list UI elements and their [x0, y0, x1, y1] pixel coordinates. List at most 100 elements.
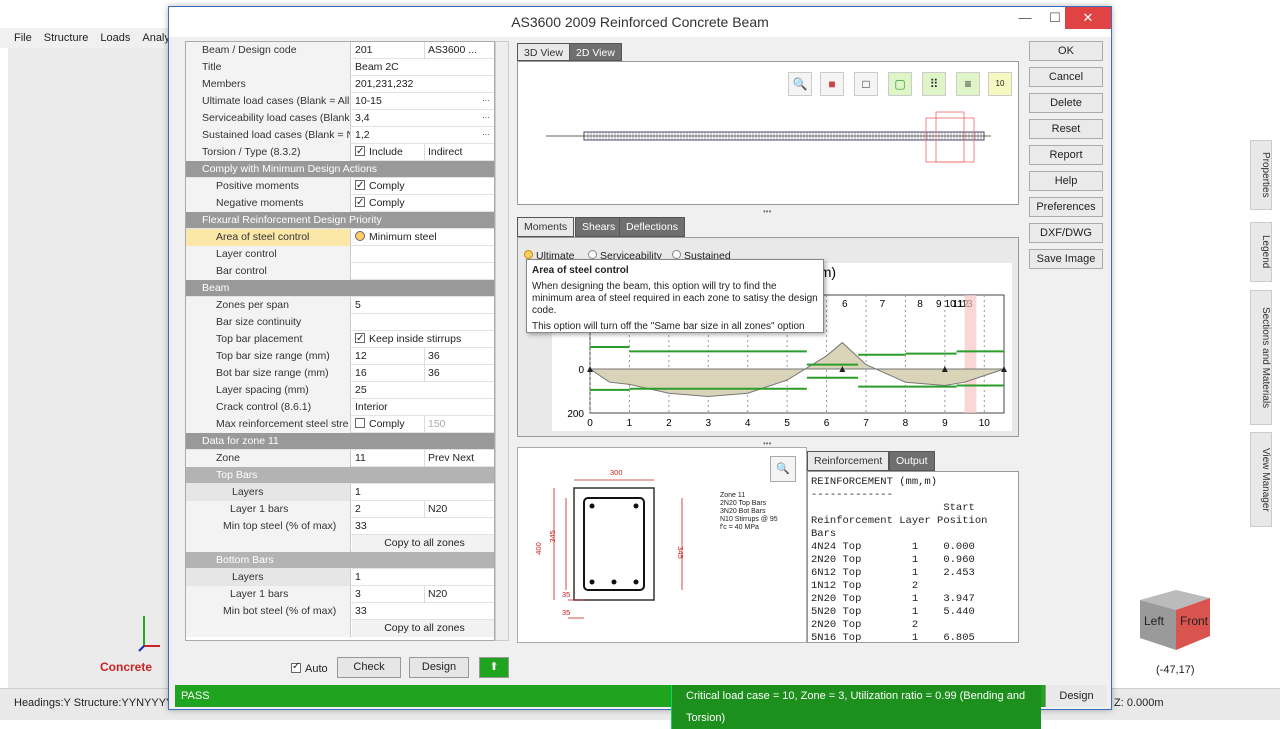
tab-properties[interactable]: Properties — [1250, 140, 1272, 210]
grid-row[interactable]: Area of steel control Minimum steel — [186, 229, 494, 246]
grid-row[interactable]: Beam / Design code 201 AS3600 ... — [186, 42, 494, 59]
grid-row-value[interactable]: Beam 2C — [352, 59, 494, 76]
close-button[interactable]: ✕ — [1065, 7, 1111, 29]
grid-row[interactable]: Flexural Reinforcement Design Priority — [186, 212, 494, 229]
tab-2d-view[interactable]: 2D View — [569, 43, 622, 61]
side-button-help[interactable]: Help — [1029, 171, 1103, 191]
grid-row[interactable]: Members 201,231,232 — [186, 76, 494, 93]
grid-row[interactable]: Layer 1 bars 2 N20 — [186, 501, 494, 518]
grid-row[interactable]: Max reinforcement steel stre Comply 150 — [186, 416, 494, 433]
grid-row-value[interactable]: 33 — [352, 603, 494, 620]
status-design-button[interactable]: Design — [1045, 685, 1107, 707]
grid-row[interactable]: Comply with Minimum Design Actions — [186, 161, 494, 178]
grid-row-value[interactable] — [352, 314, 494, 331]
grid-row[interactable]: Beam — [186, 280, 494, 297]
grid-row[interactable]: Zones per span 5 — [186, 297, 494, 314]
zoom-icon[interactable]: 🔍 — [788, 72, 812, 96]
grid-row[interactable]: Serviceability load cases (Blank 3,4 ··· — [186, 110, 494, 127]
menu-file[interactable]: File — [14, 32, 32, 44]
grid-row-value[interactable]: 201,231,232 — [352, 76, 494, 93]
tab-output[interactable]: Output — [889, 451, 935, 471]
grid-row[interactable]: Sustained load cases (Blank = N 1,2 ··· — [186, 127, 494, 144]
grid-row-value[interactable]: Copy to all zones — [352, 620, 494, 637]
dimensions-icon[interactable]: 10 — [988, 72, 1012, 96]
grid-row[interactable]: Title Beam 2C — [186, 59, 494, 76]
side-button-dxf-dwg[interactable]: DXF/DWG — [1029, 223, 1103, 243]
auto-checkbox[interactable]: Auto — [291, 661, 328, 675]
grid-row[interactable]: Layer spacing (mm) 25 — [186, 382, 494, 399]
grid-row-value-2[interactable]: N20 — [424, 586, 494, 603]
tab-legend[interactable]: Legend — [1250, 222, 1272, 282]
grid-row[interactable]: Top Bars — [186, 467, 494, 484]
grid-row-value-2[interactable]: 150 — [424, 416, 494, 433]
grid-row-value[interactable]: 1 — [352, 484, 494, 501]
grid-row[interactable]: Min top steel (% of max) 33 — [186, 518, 494, 535]
beam-3d-view[interactable]: 🔍 ■ □ ▢ ⠿ ≡ 10 — [517, 61, 1019, 205]
grid-row-value[interactable]: 25 — [352, 382, 494, 399]
grid-row[interactable]: Copy to all zones — [186, 620, 494, 637]
menu-structure[interactable]: Structure — [44, 32, 89, 44]
grid-row[interactable]: Layers 1 — [186, 569, 494, 586]
grid-row[interactable]: Negative moments Comply — [186, 195, 494, 212]
checkbox[interactable] — [355, 195, 365, 211]
side-button-delete[interactable]: Delete — [1029, 93, 1103, 113]
checkbox[interactable] — [355, 178, 365, 194]
grid-row-value-2[interactable]: AS3600 ... — [424, 42, 494, 59]
grid-row[interactable]: Layer control — [186, 246, 494, 263]
grid-row[interactable]: Layer 1 bars 3 N20 — [186, 586, 494, 603]
grid-row[interactable]: Bottom Bars — [186, 552, 494, 569]
grid-row-value[interactable]: 1 — [352, 569, 494, 586]
grid-row-value-2[interactable]: N20 — [424, 501, 494, 518]
grid-row[interactable]: Bot bar size range (mm) 16 36 — [186, 365, 494, 382]
grid-row[interactable]: Data for zone 11 — [186, 433, 494, 450]
grid-row-value[interactable] — [352, 263, 494, 280]
grid-row[interactable]: Torsion / Type (8.3.2) Include Indirect — [186, 144, 494, 161]
grid-row-value[interactable]: Comply — [352, 178, 494, 195]
grid-row-value[interactable]: 3,4 — [352, 110, 494, 127]
menu-loads[interactable]: Loads — [100, 32, 130, 44]
tab-shears[interactable]: Shears — [575, 217, 623, 237]
grid-row[interactable]: Bar control — [186, 263, 494, 280]
section-outline-icon[interactable]: ▢ — [888, 72, 912, 96]
radio-button[interactable] — [355, 231, 365, 241]
grid-row[interactable]: Layers 1 — [186, 484, 494, 501]
tab-reinforcement[interactable]: Reinforcement — [807, 451, 890, 471]
grid-row-value[interactable]: Keep inside stirrups — [352, 331, 494, 348]
tab-moments[interactable]: Moments — [517, 217, 575, 237]
grid-row-value[interactable]: 10-15 — [352, 93, 494, 110]
tab-3d-view[interactable]: 3D View — [517, 43, 570, 61]
grid-row[interactable]: Ultimate load cases (Blank = All 10-15 ··· — [186, 93, 494, 110]
grid-row-value[interactable]: 1,2 — [352, 127, 494, 144]
checkbox[interactable] — [355, 418, 365, 428]
tab-sections-materials[interactable]: Sections and Materials — [1250, 290, 1272, 425]
check-button[interactable]: Check — [337, 657, 401, 678]
grid-scrollbar[interactable] — [495, 41, 509, 641]
design-button[interactable]: Design — [409, 657, 469, 678]
more-icon[interactable]: ··· — [482, 93, 490, 109]
grid-row-value-2[interactable]: 36 — [424, 365, 494, 382]
stirrups-icon[interactable]: ≡ — [956, 72, 980, 96]
section-zoom-icon[interactable]: 🔍 — [770, 456, 796, 482]
more-icon[interactable]: ··· — [482, 127, 490, 143]
wireframe-icon[interactable]: □ — [854, 72, 878, 96]
grid-row-value[interactable]: Interior — [352, 399, 494, 416]
side-button-ok[interactable]: OK — [1029, 41, 1103, 61]
grid-row-value-2[interactable]: 36 — [424, 348, 494, 365]
grid-row[interactable]: Top bar placement Keep inside stirrups — [186, 331, 494, 348]
more-icon[interactable]: ··· — [482, 110, 490, 126]
grid-row-value[interactable]: Comply — [352, 195, 494, 212]
minimize-button[interactable]: — — [1009, 7, 1041, 29]
side-button-cancel[interactable]: Cancel — [1029, 67, 1103, 87]
bars-icon[interactable]: ⠿ — [922, 72, 946, 96]
grid-row-value[interactable]: 5 — [352, 297, 494, 314]
grid-row-value[interactable]: 33 — [352, 518, 494, 535]
side-button-save-image[interactable]: Save Image — [1029, 249, 1103, 269]
grid-row-value[interactable] — [352, 246, 494, 263]
tab-view-manager[interactable]: View Manager — [1250, 432, 1272, 527]
view-cube[interactable]: Left Front — [1136, 584, 1216, 654]
grid-row-value-2[interactable]: Indirect — [424, 144, 494, 161]
solid-view-icon[interactable]: ■ — [820, 72, 844, 96]
side-button-report[interactable]: Report — [1029, 145, 1103, 165]
export-icon[interactable]: ⬆ — [479, 657, 509, 678]
grid-row[interactable]: Zone 11 Prev Next — [186, 450, 494, 467]
